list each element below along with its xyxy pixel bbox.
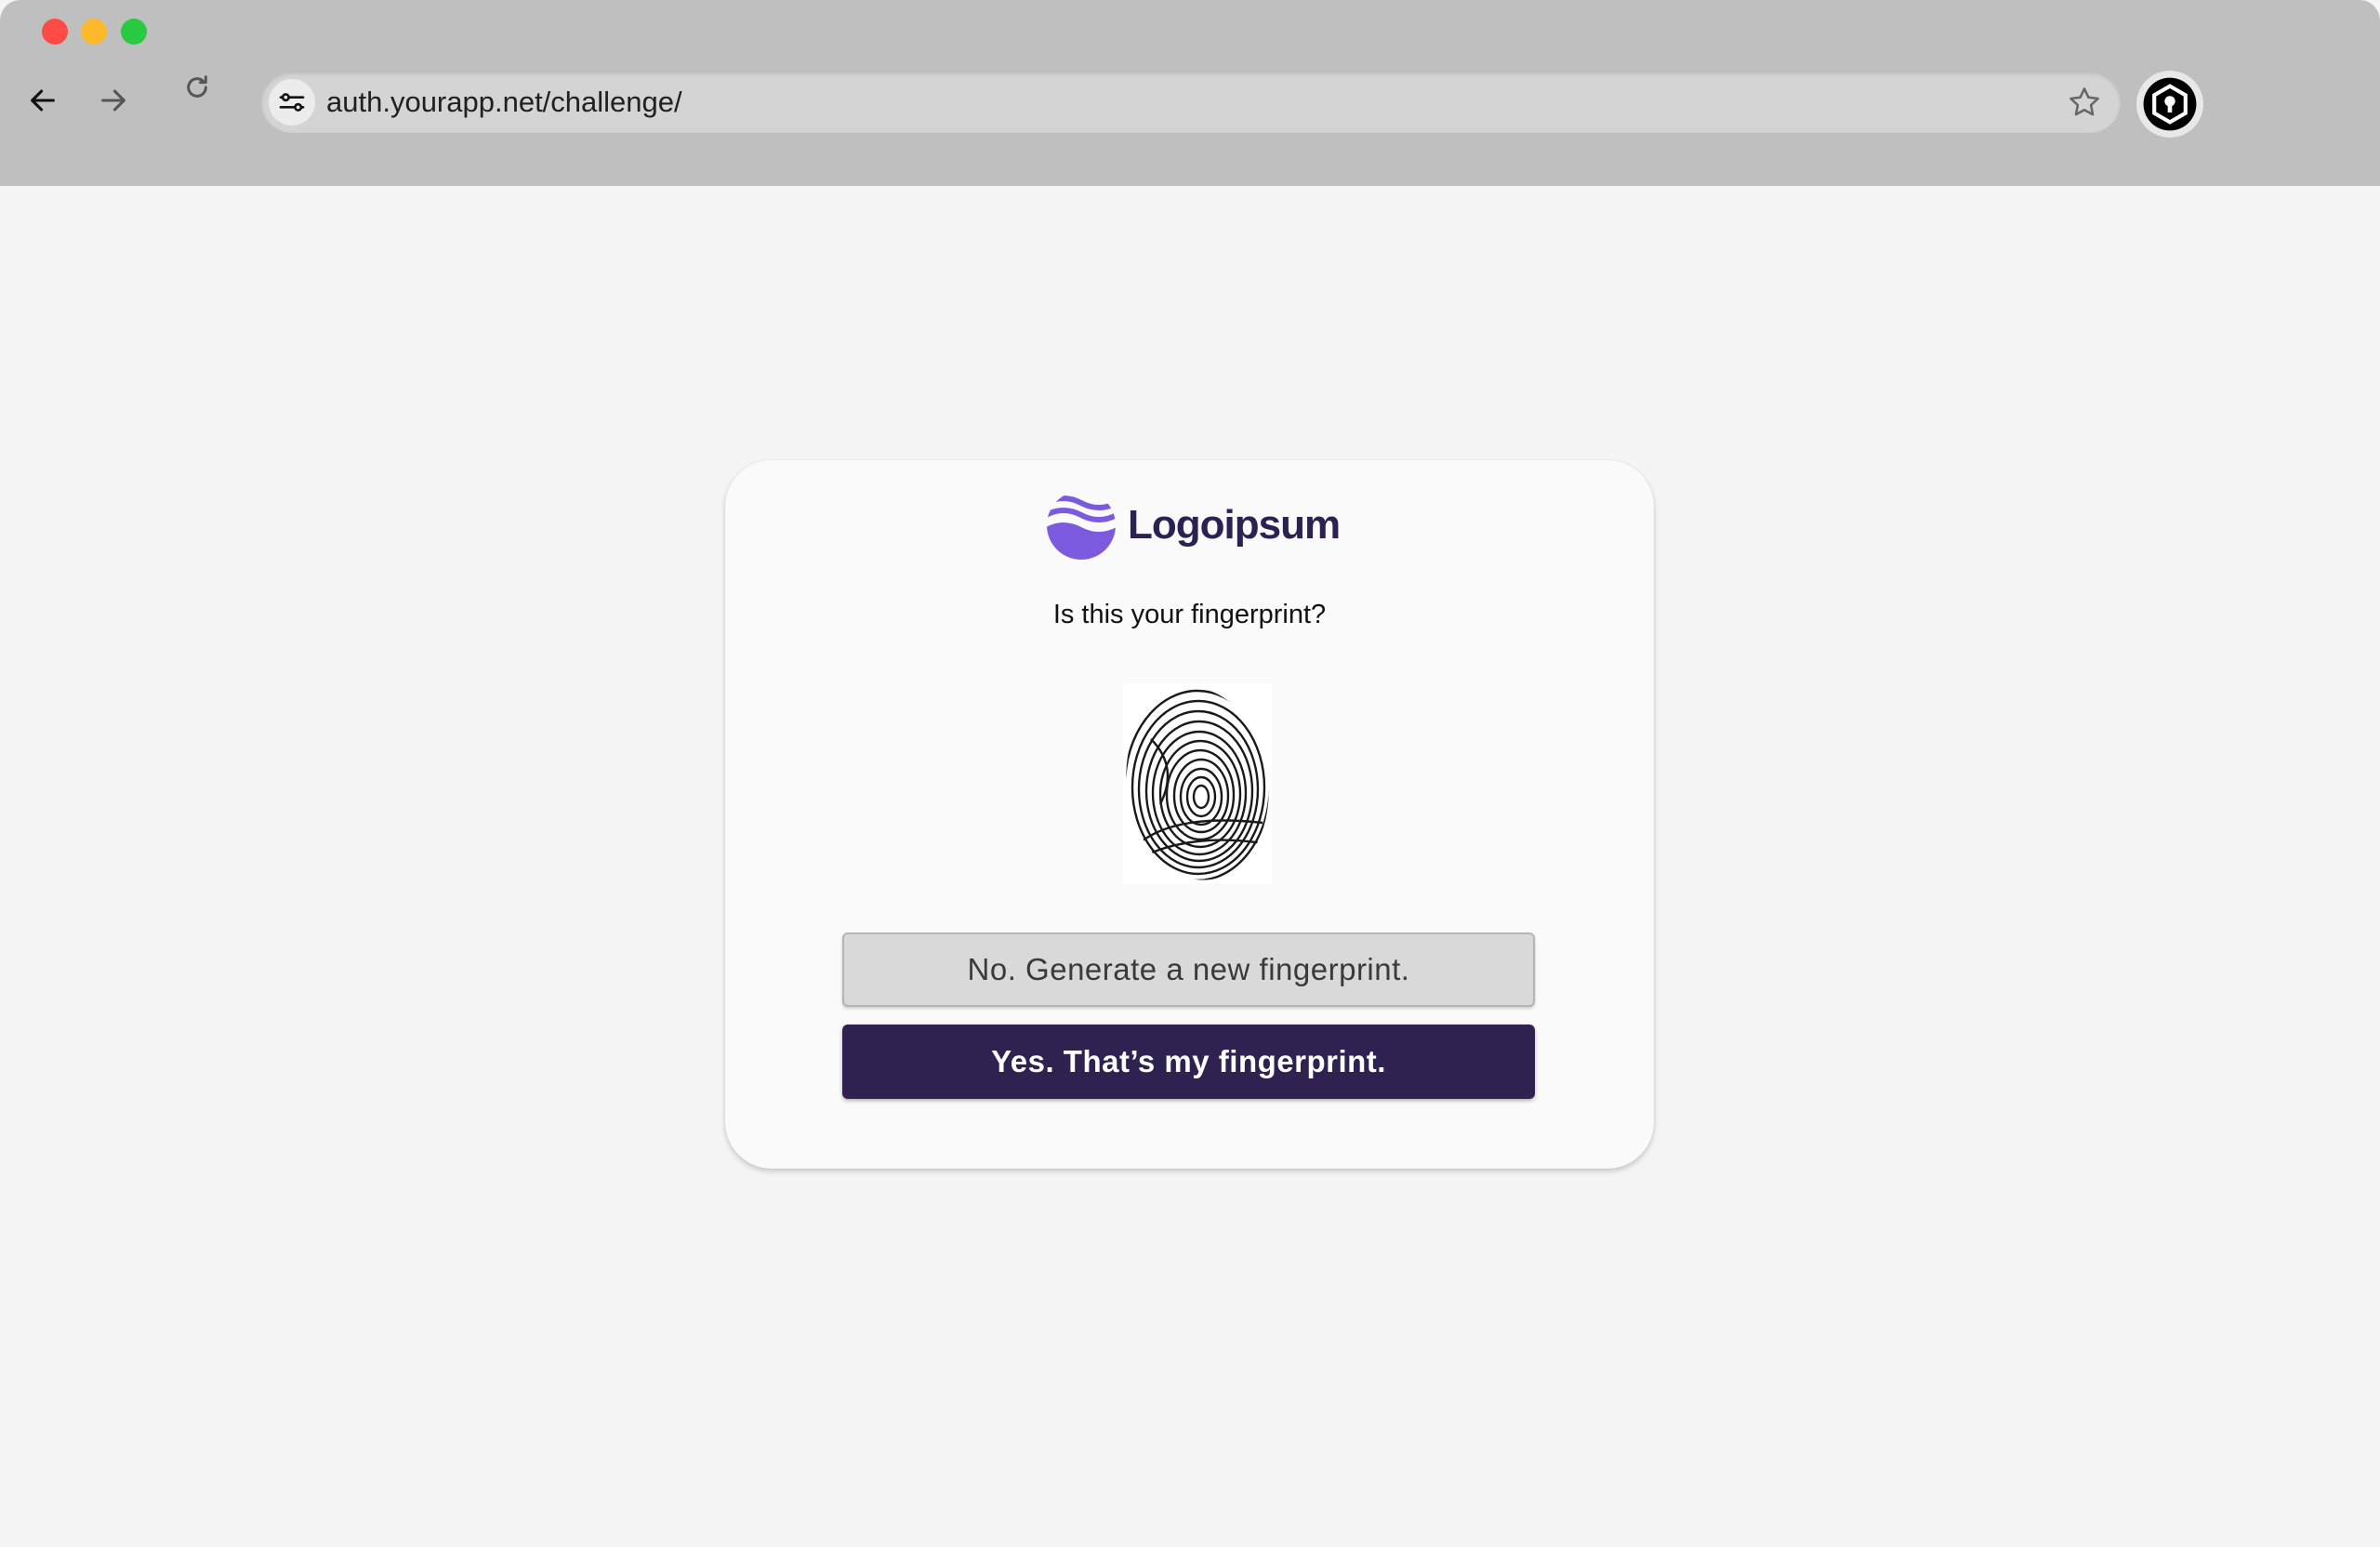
fingerprint-image (1123, 683, 1272, 884)
forward-button[interactable] (93, 80, 134, 121)
star-icon (2069, 87, 2099, 116)
arrow-right-icon (101, 89, 126, 112)
window-maximize-button[interactable] (121, 19, 147, 45)
challenge-question: Is this your fingerprint? (1052, 600, 1327, 629)
shield-lock-icon (2143, 77, 2197, 131)
confirm-fingerprint-button[interactable]: Yes. That’s my fingerprint. (842, 1025, 1535, 1099)
tune-icon (279, 93, 305, 112)
brand-logo: Logoipsum (1046, 488, 1341, 562)
logoipsum-mark-icon (1047, 491, 1116, 560)
fingerprint-icon (1123, 689, 1272, 882)
browser-window: auth.yourapp.net/challenge/ Logoipsum Is… (0, 0, 2380, 1547)
url-text[interactable]: auth.yourapp.net/challenge/ (326, 72, 682, 133)
brand-name: Logoipsum (1128, 502, 1341, 548)
window-close-button[interactable] (42, 19, 68, 45)
address-bar[interactable]: auth.yourapp.net/challenge/ (261, 72, 2121, 133)
reload-icon (187, 75, 207, 98)
bookmark-button[interactable] (2065, 83, 2104, 122)
arrow-left-icon (31, 89, 55, 112)
window-minimize-button[interactable] (81, 19, 107, 45)
extension-button[interactable] (2136, 71, 2203, 138)
site-info-button[interactable] (269, 79, 315, 126)
reload-button[interactable] (177, 67, 218, 108)
fingerprint-challenge-card: Logoipsum Is this your fingerprint? No. … (725, 460, 1654, 1169)
back-button[interactable] (22, 80, 63, 121)
browser-toolbar: auth.yourapp.net/challenge/ (0, 0, 2380, 186)
generate-new-fingerprint-button[interactable]: No. Generate a new fingerprint. (842, 932, 1535, 1007)
